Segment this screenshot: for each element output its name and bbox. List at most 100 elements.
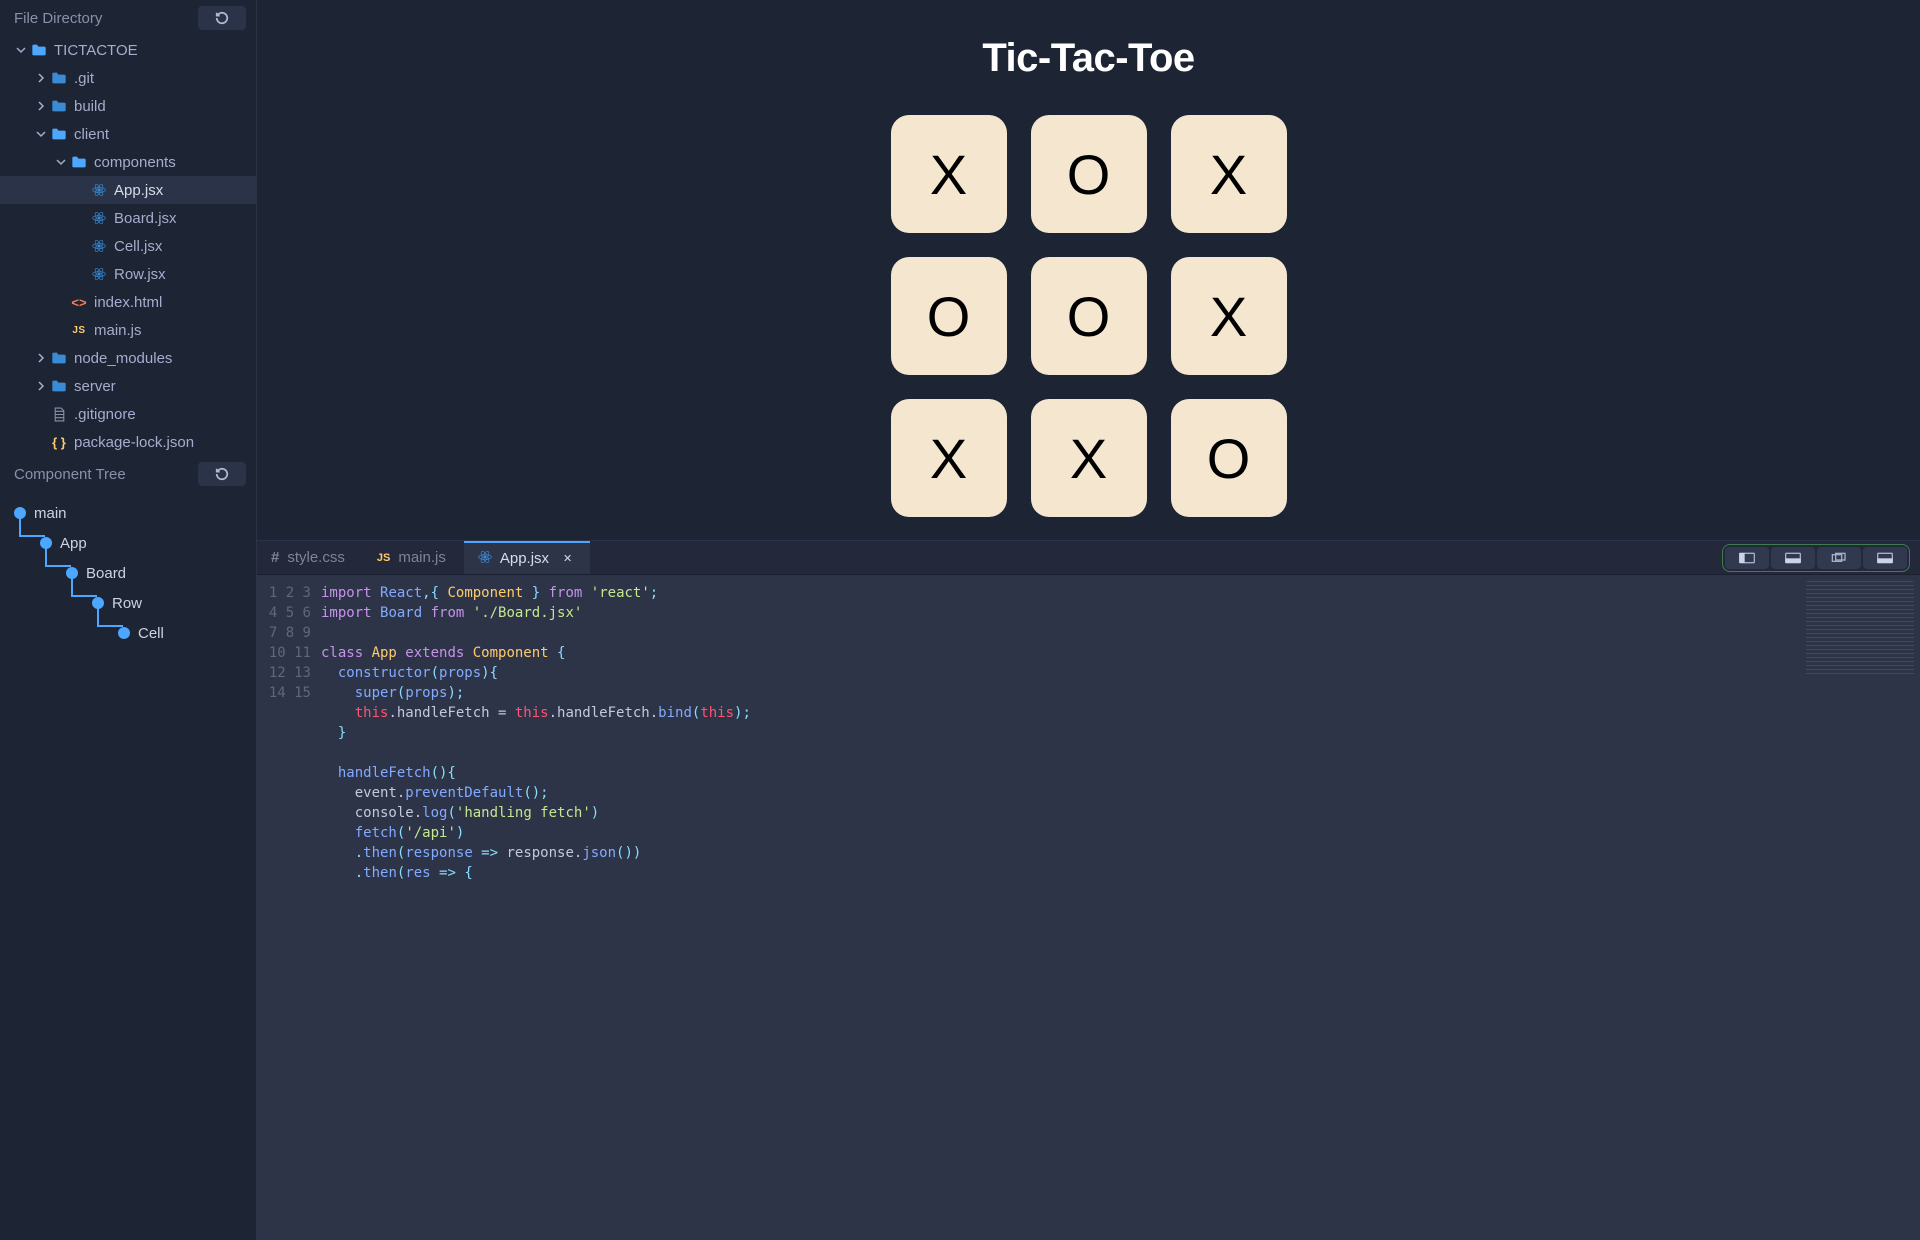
component-tree-node[interactable]: App — [0, 528, 256, 558]
board-cell[interactable]: X — [1171, 257, 1287, 375]
editor-tab[interactable]: #style.css — [257, 541, 363, 574]
board-cell[interactable]: X — [1171, 115, 1287, 233]
file-tree-item-label: App.jsx — [114, 182, 163, 199]
component-tree[interactable]: main App Board Row Cell — [0, 492, 256, 648]
board-cell[interactable]: O — [1031, 115, 1147, 233]
component-node-label: main — [34, 505, 67, 522]
component-tree-node[interactable]: Board — [0, 558, 256, 588]
close-icon[interactable]: ✕ — [563, 552, 572, 565]
layout-stacked-button[interactable] — [1817, 547, 1861, 569]
file-tree-item[interactable]: <>index.html — [0, 288, 256, 316]
refresh-icon — [215, 11, 229, 25]
board-cell[interactable]: O — [891, 257, 1007, 375]
component-tree-node[interactable]: Cell — [0, 618, 256, 648]
component-tree-header: Component Tree — [0, 456, 256, 492]
file-tree-item-label: node_modules — [74, 350, 172, 367]
board-row: XXO — [891, 399, 1287, 517]
board-cell[interactable]: O — [1171, 399, 1287, 517]
js-icon: JS — [377, 552, 390, 564]
tictactoe-board: XOXOOXXXO — [891, 115, 1287, 517]
file-tree-item-label: Board.jsx — [114, 210, 177, 227]
editor-tab[interactable]: JS main.js — [363, 541, 464, 574]
minimap-canvas — [1806, 581, 1914, 675]
folder-icon — [50, 99, 68, 113]
file-tree-item[interactable]: TICTACTOE — [0, 36, 256, 64]
file-tree-item[interactable]: .gitignore — [0, 400, 256, 428]
chevron-icon — [34, 351, 48, 365]
folder-icon — [50, 127, 68, 141]
file-tree[interactable]: TICTACTOE .git build client components App.js… — [0, 36, 256, 456]
code-gutter: 1 2 3 4 5 6 7 8 9 10 11 12 13 14 15 — [257, 575, 321, 1240]
component-tree-node[interactable]: Row — [0, 588, 256, 618]
board-cell[interactable]: O — [1031, 257, 1147, 375]
json-icon: { } — [50, 435, 68, 450]
file-tree-item-label: Row.jsx — [114, 266, 166, 283]
react-icon — [90, 239, 108, 253]
component-node-dot-icon — [118, 627, 130, 639]
editor-tab-label: main.js — [398, 549, 446, 566]
chevron-icon — [34, 99, 48, 113]
component-tree-title: Component Tree — [14, 466, 126, 483]
folder-icon — [50, 71, 68, 85]
app-preview: Tic-Tac-Toe XOXOOXXXO — [257, 0, 1920, 540]
code-area[interactable]: 1 2 3 4 5 6 7 8 9 10 11 12 13 14 15 impo… — [257, 575, 1920, 1240]
code-content[interactable]: import React,{ Component } from 'react';… — [321, 575, 1800, 1240]
js-icon: JS — [70, 325, 88, 336]
refresh-component-tree-button[interactable] — [198, 462, 246, 486]
file-tree-item-label: build — [74, 98, 106, 115]
board-cell[interactable]: X — [891, 115, 1007, 233]
file-tree-item[interactable]: components — [0, 148, 256, 176]
component-tree-node[interactable]: main — [0, 498, 256, 528]
file-icon — [50, 407, 68, 422]
file-tree-item[interactable]: client — [0, 120, 256, 148]
refresh-file-tree-button[interactable] — [198, 6, 246, 30]
file-tree-item[interactable]: { } package-lock.json — [0, 428, 256, 456]
file-tree-item[interactable]: node_modules — [0, 344, 256, 372]
file-tree-item-label: TICTACTOE — [54, 42, 138, 59]
board-cell[interactable]: X — [891, 399, 1007, 517]
editor-layout-button-group — [1722, 544, 1910, 572]
app-title: Tic-Tac-Toe — [982, 36, 1194, 81]
folder-icon — [70, 155, 88, 169]
react-icon — [90, 211, 108, 225]
editor-tab-label: style.css — [287, 549, 345, 566]
component-node-label: Row — [112, 595, 142, 612]
main-area: Tic-Tac-Toe XOXOOXXXO #style.cssJSmain.j… — [257, 0, 1920, 1240]
react-icon — [90, 183, 108, 197]
editor-tab[interactable]: App.jsx✕ — [464, 541, 590, 574]
file-tree-item-label: index.html — [94, 294, 162, 311]
layout-single-button[interactable] — [1863, 547, 1907, 569]
chevron-icon — [34, 71, 48, 85]
board-row: OOX — [891, 257, 1287, 375]
file-tree-item-label: main.js — [94, 322, 142, 339]
code-minimap[interactable] — [1800, 575, 1920, 1240]
react-icon — [90, 267, 108, 281]
file-tree-item[interactable]: build — [0, 92, 256, 120]
file-tree-item[interactable]: Cell.jsx — [0, 232, 256, 260]
chevron-icon — [54, 155, 68, 169]
folder-icon — [50, 379, 68, 393]
editor: #style.css JS main.js App.jsx✕ 1 2 3 4 5 6 … — [257, 540, 1920, 1240]
file-directory-header: File Directory — [0, 0, 256, 36]
refresh-icon — [215, 467, 229, 481]
board-cell[interactable]: X — [1031, 399, 1147, 517]
file-tree-item[interactable]: JS main.js — [0, 316, 256, 344]
file-tree-item-label: client — [74, 126, 109, 143]
file-tree-item[interactable]: server — [0, 372, 256, 400]
file-tree-item[interactable]: .git — [0, 64, 256, 92]
file-tree-item[interactable]: Row.jsx — [0, 260, 256, 288]
file-tree-item-label: .git — [74, 70, 94, 87]
layout-left-panel-button[interactable] — [1725, 547, 1769, 569]
file-tree-item-label: package-lock.json — [74, 434, 194, 451]
component-node-label: App — [60, 535, 87, 552]
folder-icon — [50, 351, 68, 365]
layout-bottom-panel-button[interactable] — [1771, 547, 1815, 569]
file-tree-item[interactable]: App.jsx — [0, 176, 256, 204]
chevron-icon — [34, 379, 48, 393]
file-tree-item-label: Cell.jsx — [114, 238, 162, 255]
file-tree-item-label: server — [74, 378, 116, 395]
component-node-label: Cell — [138, 625, 164, 642]
file-directory-title: File Directory — [14, 10, 102, 27]
file-tree-item[interactable]: Board.jsx — [0, 204, 256, 232]
file-tree-item-label: components — [94, 154, 176, 171]
